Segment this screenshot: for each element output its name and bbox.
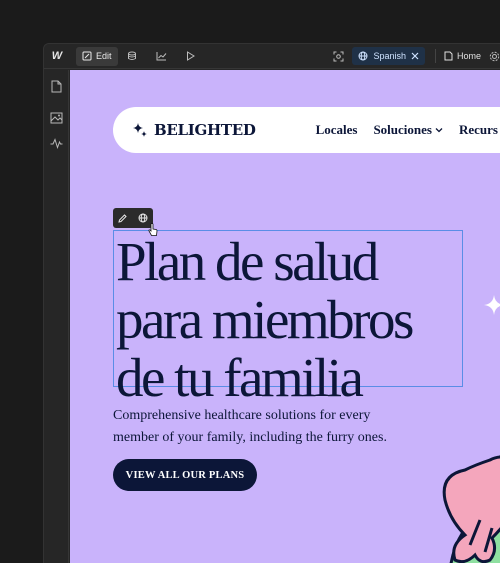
hero-illustration	[442, 455, 500, 563]
toolbar-divider	[434, 49, 436, 63]
gear-icon	[489, 51, 499, 61]
pencil-icon[interactable]	[118, 213, 127, 223]
edit-mode-icon	[82, 51, 92, 61]
webflow-logo-icon[interactable]: W	[44, 44, 70, 69]
nav-links: Locales Soluciones Recurs	[316, 122, 498, 138]
nav-link-label: Locales	[315, 122, 358, 137]
chevron-down-icon	[435, 128, 443, 133]
cms-button[interactable]	[118, 47, 147, 66]
page-selector[interactable]: Home	[444, 51, 481, 61]
nav-link-locales[interactable]: Locales	[316, 122, 358, 138]
play-icon	[186, 51, 195, 61]
sparkle-icon	[484, 295, 500, 315]
page-label: Home	[456, 51, 481, 61]
assets-panel-button[interactable]	[49, 110, 63, 124]
globe-icon	[358, 51, 368, 61]
hero-heading-line-1: Plan de salud	[116, 231, 379, 292]
designer-window: W Edit Spanish Home BELIGHTED Locales So…	[43, 43, 500, 563]
designer-toolbar: W Edit Spanish Home	[44, 44, 500, 69]
view-plans-button[interactable]: VIEW ALL OUR PLANS	[113, 459, 257, 491]
chart-line-icon	[156, 52, 166, 61]
hero-subtitle: Comprehensive healthcare solutions for e…	[113, 405, 413, 449]
locale-label: Spanish	[373, 51, 406, 61]
focus-icon	[333, 51, 344, 61]
edit-mode-button[interactable]: Edit	[76, 46, 118, 66]
activity-panel-button[interactable]	[49, 136, 63, 150]
page-canvas[interactable]: BELIGHTED Locales Soluciones Recurs Plan…	[70, 70, 500, 563]
pointer-cursor-icon	[148, 223, 158, 236]
nav-link-label: Soluciones	[373, 122, 432, 137]
nav-link-soluciones[interactable]: Soluciones	[373, 122, 443, 138]
nav-link-recursos[interactable]: Recurs	[459, 122, 498, 138]
sparkle-icon	[133, 123, 147, 137]
edit-mode-label: Edit	[96, 51, 112, 61]
hero-subtitle-line-1: Comprehensive healthcare solutions for e…	[113, 408, 371, 423]
locale-selector[interactable]: Spanish	[352, 47, 425, 65]
page-icon	[51, 80, 61, 92]
brand-name: BELIGHTED	[154, 121, 256, 139]
image-icon	[50, 112, 62, 123]
element-edit-toolbar	[113, 208, 153, 228]
database-icon	[128, 51, 137, 60]
pulse-icon	[50, 137, 62, 149]
analytics-button[interactable]	[147, 47, 176, 66]
page-icon	[444, 51, 453, 61]
settings-button[interactable]	[487, 47, 500, 66]
hero-heading[interactable]: Plan de salud para miembros de tu famili…	[113, 230, 463, 407]
hero-heading-line-2: para miembros	[116, 289, 414, 350]
preview-button[interactable]	[176, 47, 205, 66]
left-rail	[44, 70, 69, 563]
site-navbar: BELIGHTED Locales Soluciones Recurs	[113, 107, 500, 153]
hero-subtitle-line-2: member of your family, including the fur…	[113, 430, 387, 445]
pages-panel-button[interactable]	[49, 79, 63, 93]
focus-button[interactable]	[324, 47, 352, 66]
globe-icon[interactable]	[138, 213, 148, 223]
close-icon[interactable]	[411, 52, 419, 60]
nav-link-label: Recurs	[458, 122, 498, 137]
brand-logo[interactable]: BELIGHTED	[132, 121, 256, 139]
